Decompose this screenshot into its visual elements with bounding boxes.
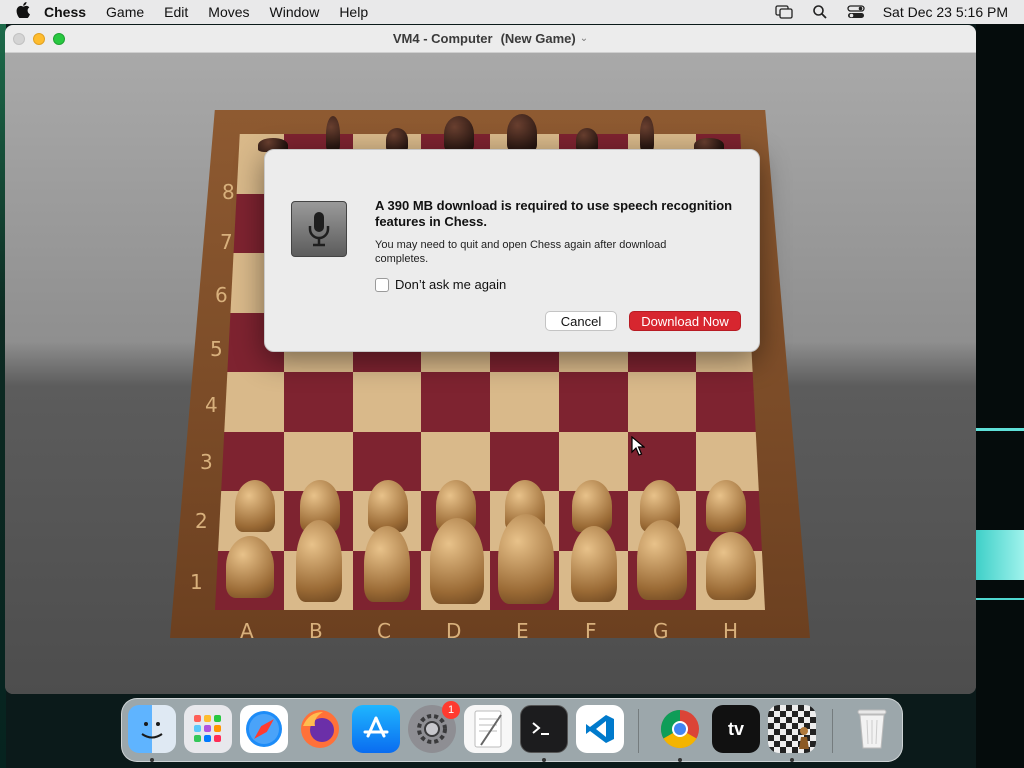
- dock-apple-tv-icon[interactable]: tv: [712, 705, 760, 753]
- menu-help[interactable]: Help: [329, 4, 378, 20]
- dock-launchpad-icon[interactable]: [184, 705, 232, 753]
- file-label-e: E: [516, 619, 529, 643]
- rank-label-4: 4: [205, 393, 218, 417]
- white-pawn-piece[interactable]: [706, 480, 746, 532]
- download-now-button[interactable]: Download Now: [629, 311, 741, 331]
- dock-firefox-icon[interactable]: [296, 705, 344, 753]
- black-queen-piece[interactable]: [444, 116, 474, 152]
- menu-edit[interactable]: Edit: [154, 4, 198, 20]
- dock-chrome-icon[interactable]: [656, 705, 704, 753]
- board-square[interactable]: [283, 372, 353, 432]
- board-square[interactable]: [627, 372, 697, 432]
- dialog-title: A 390 MB download is required to use spe…: [375, 198, 733, 229]
- dock: 1 tv: [121, 698, 903, 762]
- rank-label-5: 5: [210, 337, 223, 361]
- menu-window[interactable]: Window: [260, 4, 330, 20]
- menu-moves[interactable]: Moves: [198, 4, 259, 20]
- mouse-cursor-icon: [631, 435, 646, 461]
- screen-mirroring-icon[interactable]: [775, 5, 793, 19]
- rank-label-8: 8: [222, 180, 235, 204]
- white-bishop-piece[interactable]: [571, 526, 617, 602]
- window-title: VM4 - Computer: [392, 31, 493, 46]
- dock-app-store-icon[interactable]: [352, 705, 400, 753]
- rank-label-6: 6: [215, 283, 228, 307]
- notification-badge: 1: [442, 701, 460, 719]
- file-label-c: C: [377, 619, 391, 643]
- dock-finder-icon[interactable]: [128, 705, 176, 753]
- spotlight-search-icon[interactable]: [811, 5, 829, 19]
- dock-system-settings-icon[interactable]: 1: [408, 701, 460, 753]
- white-bishop-piece[interactable]: [364, 526, 410, 602]
- white-rook-piece[interactable]: [706, 532, 756, 600]
- rank-label-2: 2: [195, 509, 208, 533]
- microphone-icon: [291, 201, 347, 257]
- board-square[interactable]: [421, 372, 490, 432]
- dialog-message: You may need to quit and open Chess agai…: [375, 239, 667, 265]
- file-label-h: H: [723, 619, 739, 643]
- white-pawn-piece[interactable]: [572, 480, 612, 532]
- white-knight-piece[interactable]: [637, 520, 687, 600]
- dock-safari-icon[interactable]: [240, 705, 288, 753]
- menu-chess[interactable]: Chess: [40, 4, 96, 20]
- file-label-b: B: [309, 619, 323, 643]
- file-label-g: G: [653, 619, 669, 643]
- board-square[interactable]: [352, 372, 422, 432]
- dont-ask-again-label: Don’t ask me again: [395, 277, 507, 292]
- dock-vscode-icon[interactable]: [576, 705, 624, 753]
- dock-chess-icon[interactable]: [768, 705, 816, 753]
- speech-download-dialog: A 390 MB download is required to use spe…: [264, 149, 760, 352]
- cancel-button[interactable]: Cancel: [545, 311, 617, 331]
- dont-ask-again-option[interactable]: Don’t ask me again: [375, 277, 506, 292]
- black-king-piece[interactable]: [507, 114, 537, 152]
- minimize-window-button[interactable]: [33, 33, 45, 45]
- apple-menu-icon[interactable]: [16, 2, 40, 22]
- rank-label-1: 1: [190, 570, 203, 594]
- rank-label-3: 3: [200, 450, 213, 474]
- dock-textedit-icon[interactable]: [464, 705, 512, 753]
- menu-game[interactable]: Game: [96, 4, 154, 20]
- file-label-a: A: [240, 619, 254, 643]
- window-subtitle: (New Game): [500, 31, 576, 46]
- board-square[interactable]: [558, 372, 628, 432]
- black-knight-piece[interactable]: [640, 116, 654, 152]
- menubar-clock[interactable]: Sat Dec 23 5:16 PM: [883, 4, 1008, 20]
- black-knight-piece[interactable]: [326, 116, 340, 152]
- desktop-edge-right: [976, 24, 1024, 768]
- white-rook-piece[interactable]: [226, 536, 274, 598]
- file-label-f: F: [585, 619, 597, 643]
- rank-label-7: 7: [220, 230, 233, 254]
- apple-tv-label: tv: [727, 718, 744, 739]
- file-label-d: D: [446, 619, 462, 643]
- close-window-button[interactable]: [13, 33, 25, 45]
- dock-trash-icon[interactable]: [848, 705, 896, 753]
- menu-bar: Chess Game Edit Moves Window Help Sat De…: [0, 0, 1024, 24]
- chevron-down-icon[interactable]: ⌄: [580, 33, 588, 44]
- white-pawn-piece[interactable]: [368, 480, 408, 532]
- white-king-piece[interactable]: [498, 514, 554, 604]
- white-pawn-piece[interactable]: [235, 480, 275, 532]
- zoom-window-button[interactable]: [53, 33, 65, 45]
- white-queen-piece[interactable]: [430, 518, 484, 604]
- dock-terminal-icon[interactable]: [520, 705, 568, 753]
- white-knight-piece[interactable]: [296, 520, 342, 602]
- dont-ask-again-checkbox[interactable]: [375, 277, 389, 292]
- window-titlebar[interactable]: VM4 - Computer (New Game) ⌄: [5, 25, 976, 53]
- board-square[interactable]: [490, 372, 559, 432]
- control-center-icon[interactable]: [847, 5, 865, 19]
